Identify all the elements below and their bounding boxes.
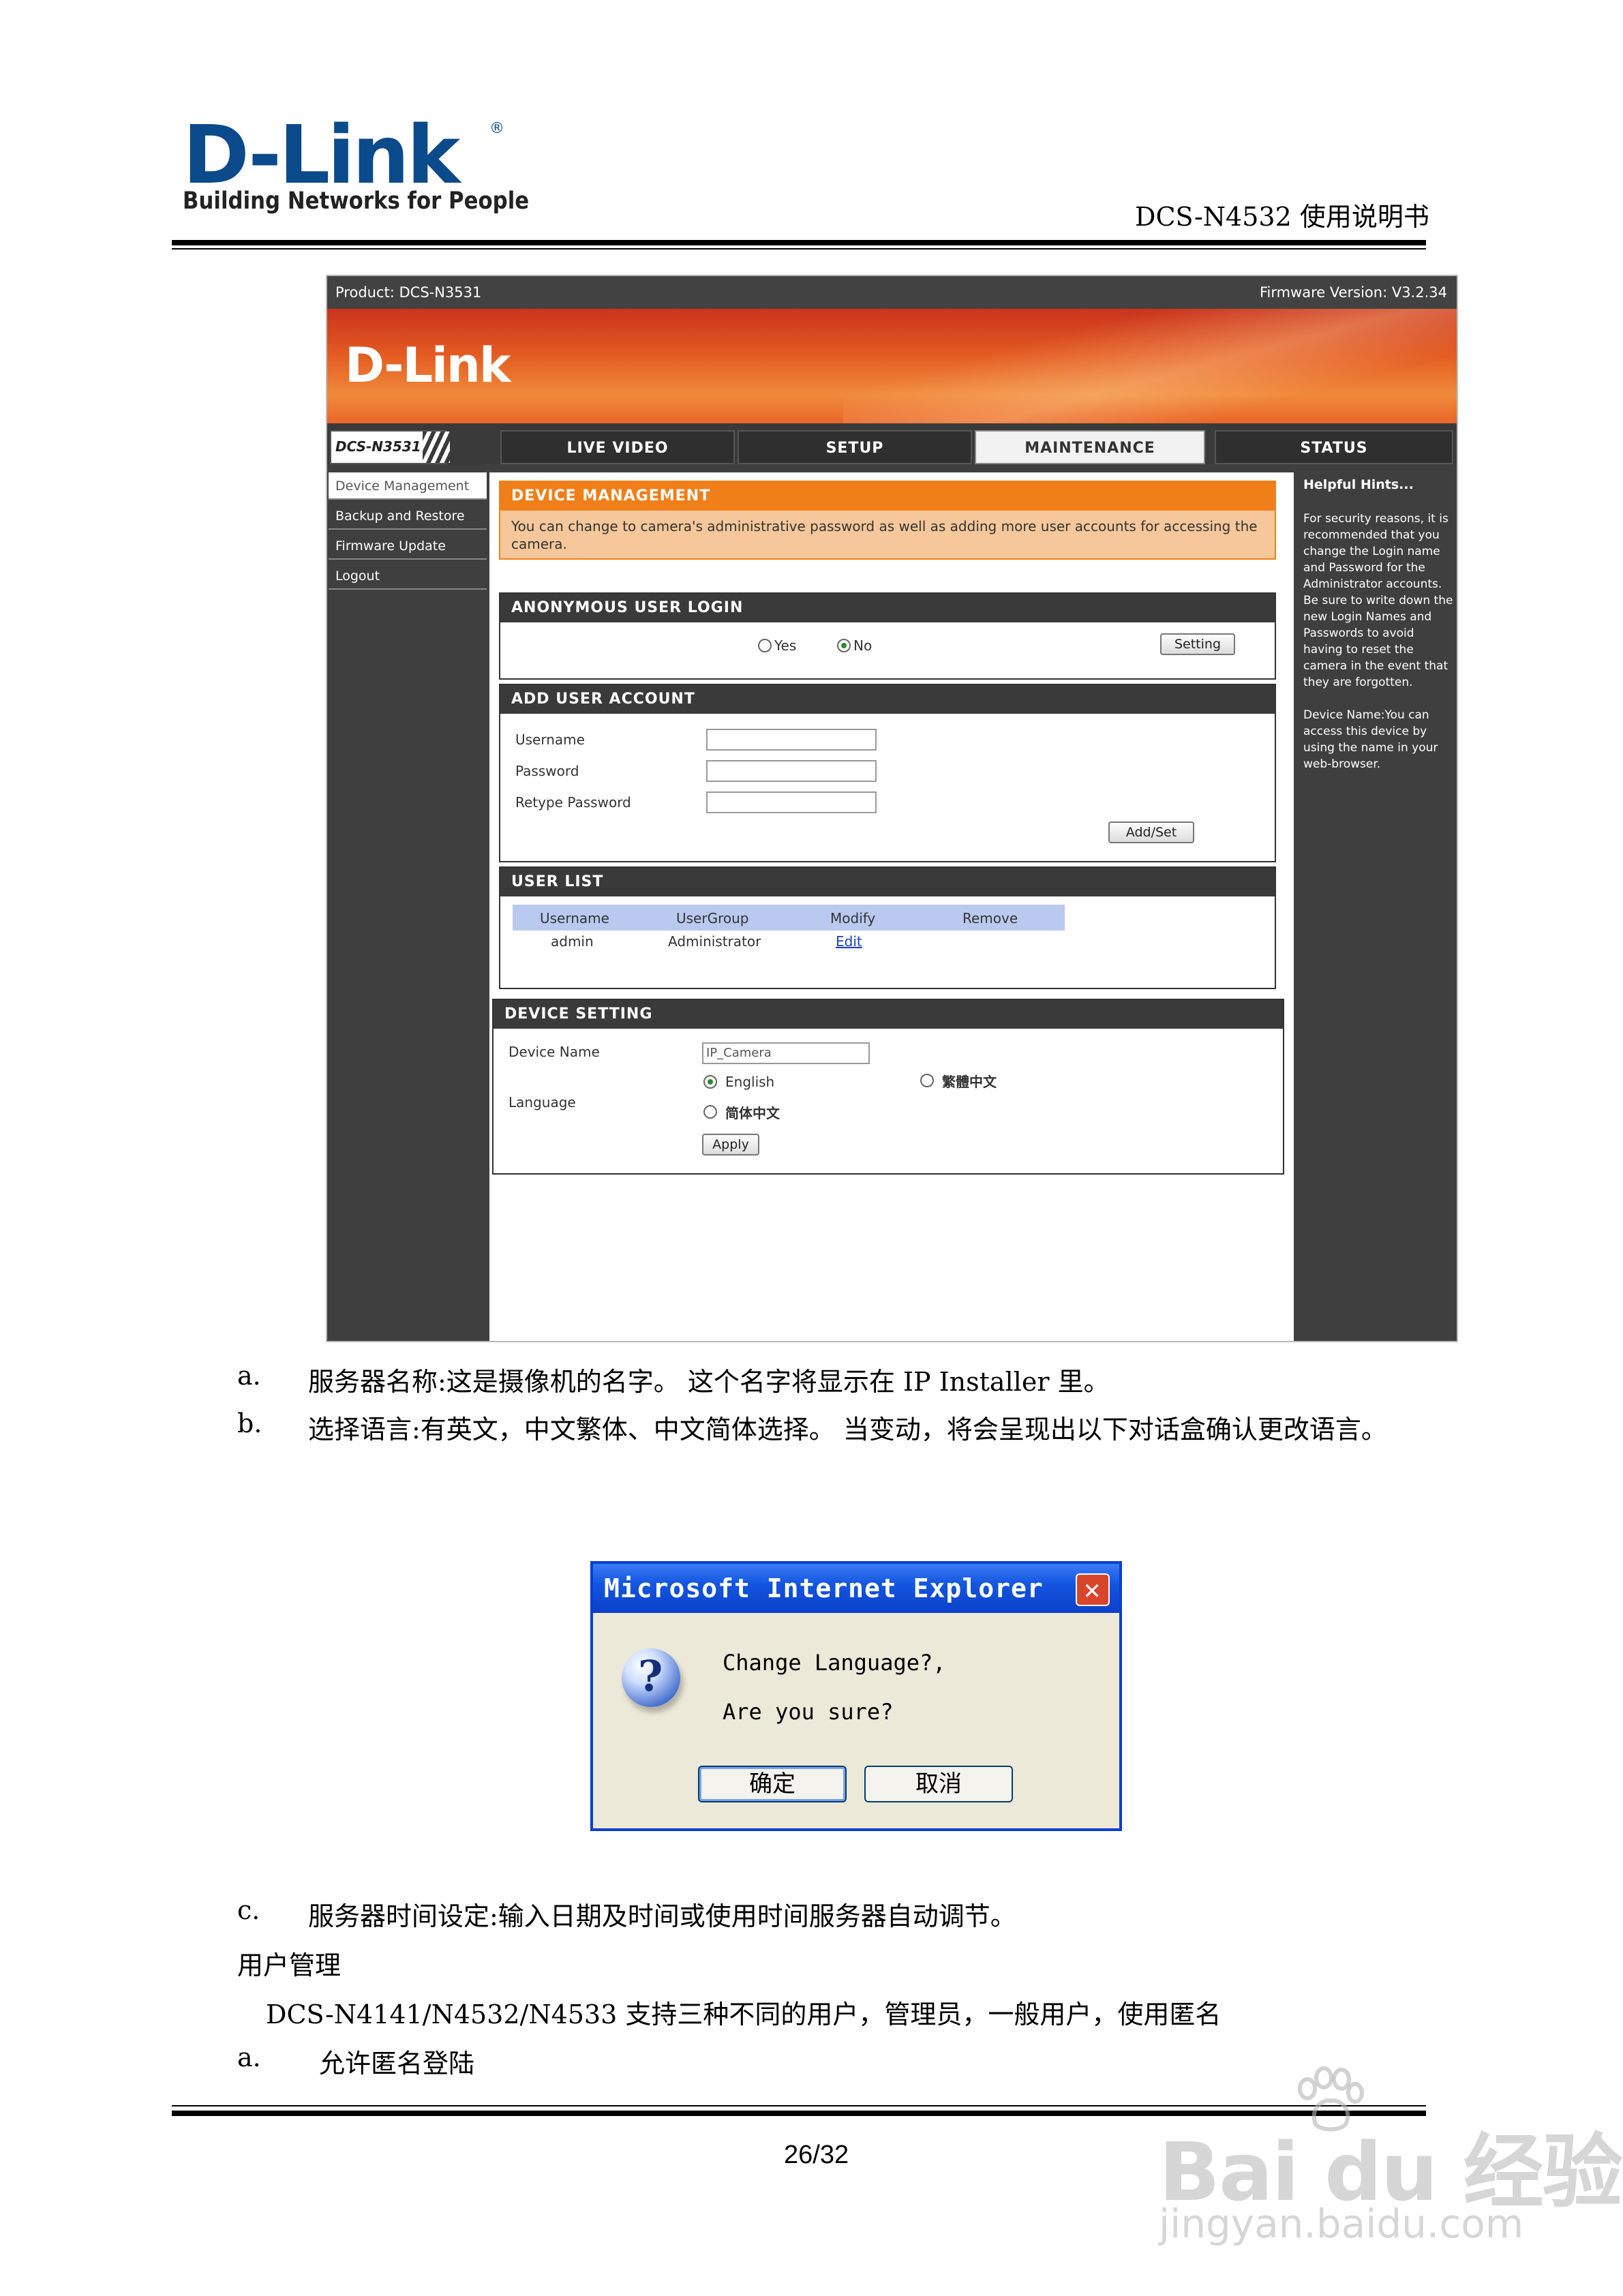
- header-rule-thin: [172, 248, 1426, 250]
- item-a2-text: 允许匿名登陆: [319, 2049, 475, 2079]
- camera-content: DEVICE MANAGEMENT You can change to came…: [489, 472, 1294, 1341]
- tab-live-video[interactable]: LIVE VIDEO: [500, 430, 735, 464]
- table-row: admin Administrator Edit: [513, 931, 1065, 955]
- apply-button[interactable]: Apply: [702, 1134, 759, 1155]
- device-name-input[interactable]: IP_Camera: [702, 1042, 870, 1064]
- camera-ui-screenshot: Product: DCS-N3531 Firmware Version: V3.…: [326, 275, 1458, 1342]
- ie-confirm-dialog: Microsoft Internet Explorer ✕ ? Change L…: [590, 1561, 1122, 1831]
- model-badge-text: DCS-N3531: [335, 438, 421, 455]
- item-c-text: 服务器时间设定:输入日期及时间或使用时间服务器自动调节。: [308, 1901, 1016, 1931]
- device-setting-section: DEVICE SETTING Device Name IP_Camera Lan…: [492, 999, 1284, 1175]
- col-usergroup: UserGroup: [676, 910, 749, 926]
- anonymous-no-label: No: [853, 637, 873, 654]
- device-management-desc: You can change to camera's administrativ…: [511, 518, 1258, 552]
- camera-nav: DCS-N3531 LIVE VIDEO SETUP MAINTENANCE S…: [327, 423, 1457, 464]
- anonymous-setting-button[interactable]: Setting: [1160, 633, 1235, 655]
- add-user-section: ADD USER ACCOUNT Username Password Retyp…: [499, 684, 1276, 862]
- device-management-section: DEVICE MANAGEMENT You can change to came…: [499, 481, 1276, 560]
- camera-sidebar: Device Management Backup and Restore Fir…: [329, 472, 487, 1341]
- user-management-heading: 用户管理: [237, 1950, 342, 1980]
- item-b-marker: b.: [237, 1408, 262, 1438]
- device-management-title: DEVICE MANAGEMENT: [500, 482, 1275, 511]
- item-b-text: 选择语言:有英文，中文繁体、中文简体选择。 当变动，将会呈现出以下对话盒确认更改…: [308, 1415, 1387, 1445]
- dlink-logo: D-Link: [183, 108, 460, 202]
- header-rule-thick: [172, 240, 1426, 245]
- anonymous-no-radio[interactable]: [837, 639, 851, 652]
- row-username: admin: [551, 933, 594, 950]
- cancel-button[interactable]: 取消: [864, 1766, 1013, 1802]
- language-traditional-label: 繁體中文: [942, 1074, 997, 1090]
- item-a-text: 服务器名称:这是摄像机的名字。 这个名字将显示在 IP Installer 里。: [308, 1367, 1110, 1397]
- ok-button[interactable]: 确定: [698, 1766, 847, 1802]
- document-title: DCS-N4532 使用说明书: [1135, 202, 1429, 232]
- firmware-label: Firmware Version: V3.2.34: [1259, 284, 1447, 301]
- banner-logo: D-Link: [345, 337, 511, 393]
- item-a2-marker: a.: [237, 2042, 261, 2072]
- language-english-label: English: [725, 1074, 775, 1090]
- dialog-line2: Are you sure?: [723, 1699, 894, 1725]
- user-list-section: USER LIST Username UserGroup Modify Remo…: [499, 866, 1276, 989]
- col-remove: Remove: [962, 910, 1018, 926]
- banner-swoosh: [843, 309, 1457, 423]
- device-name-label: Device Name: [509, 1044, 600, 1060]
- hints-title: Helpful Hints...: [1303, 477, 1414, 492]
- edit-link[interactable]: Edit: [836, 933, 862, 950]
- hints-security: For security reasons, it is recommended …: [1303, 512, 1453, 689]
- retype-password-label: Retype Password: [515, 794, 631, 811]
- sidebar-item-logout[interactable]: Logout: [329, 562, 487, 590]
- anonymous-yes-label: Yes: [774, 637, 797, 654]
- tab-status[interactable]: STATUS: [1215, 430, 1453, 464]
- retype-password-input[interactable]: [706, 791, 877, 813]
- anonymous-login-title: ANONYMOUS USER LOGIN: [500, 594, 1275, 622]
- password-input[interactable]: [706, 760, 877, 782]
- language-simplified-label: 简体中文: [725, 1105, 780, 1121]
- dialog-title-bar: Microsoft Internet Explorer ✕: [593, 1564, 1119, 1613]
- question-icon: ?: [622, 1648, 680, 1707]
- add-user-title: ADD USER ACCOUNT: [500, 685, 1275, 714]
- logo-tagline: Building Networks for People: [183, 187, 530, 215]
- row-usergroup: Administrator: [668, 933, 761, 950]
- dialog-line1: Change Language?,: [723, 1650, 946, 1676]
- col-modify: Modify: [830, 910, 876, 926]
- helpful-hints-panel: Helpful Hints... For security reasons, i…: [1299, 472, 1457, 1341]
- language-simplified-radio[interactable]: [703, 1105, 717, 1119]
- user-types-text: DCS-N4141/N4532/N4533 支持三种不同的用户，管理员，一般用户…: [266, 1999, 1222, 2029]
- tab-maintenance[interactable]: MAINTENANCE: [975, 430, 1205, 464]
- dialog-title: Microsoft Internet Explorer: [604, 1573, 1044, 1603]
- camera-banner: D-Link: [327, 309, 1457, 423]
- username-input[interactable]: [706, 729, 877, 751]
- anonymous-yes-radio[interactable]: [758, 639, 772, 652]
- user-list-title: USER LIST: [500, 868, 1275, 896]
- page-number: 26/32: [784, 2141, 849, 2169]
- item-c-marker: c.: [237, 1895, 260, 1925]
- watermark-url: jingyan.baidu.com: [1159, 2201, 1524, 2247]
- tab-setup[interactable]: SETUP: [738, 430, 972, 464]
- language-label: Language: [509, 1094, 576, 1111]
- anonymous-login-section: ANONYMOUS USER LOGIN Yes No Setting: [499, 592, 1276, 680]
- sidebar-item-backup-restore[interactable]: Backup and Restore: [329, 502, 487, 530]
- camera-top-bar: Product: DCS-N3531 Firmware Version: V3.…: [327, 276, 1457, 309]
- password-label: Password: [515, 763, 579, 779]
- add-set-button[interactable]: Add/Set: [1108, 821, 1194, 843]
- product-label: Product: DCS-N3531: [335, 284, 482, 301]
- hints-device-name: Device Name:You can access this device b…: [1303, 708, 1438, 771]
- col-username: Username: [540, 910, 609, 926]
- model-badge: DCS-N3531: [330, 430, 450, 464]
- language-english-radio[interactable]: [703, 1075, 717, 1089]
- username-label: Username: [515, 731, 585, 748]
- device-setting-title: DEVICE SETTING: [494, 1000, 1283, 1029]
- sidebar-item-firmware-update[interactable]: Firmware Update: [329, 532, 487, 560]
- sidebar-item-device-management[interactable]: Device Management: [329, 472, 487, 500]
- close-icon[interactable]: ✕: [1076, 1573, 1110, 1606]
- item-a-marker: a.: [237, 1361, 261, 1391]
- language-traditional-radio[interactable]: [920, 1074, 934, 1087]
- user-list-header-row: Username UserGroup Modify Remove: [513, 905, 1065, 931]
- registered-mark: ®: [489, 120, 504, 137]
